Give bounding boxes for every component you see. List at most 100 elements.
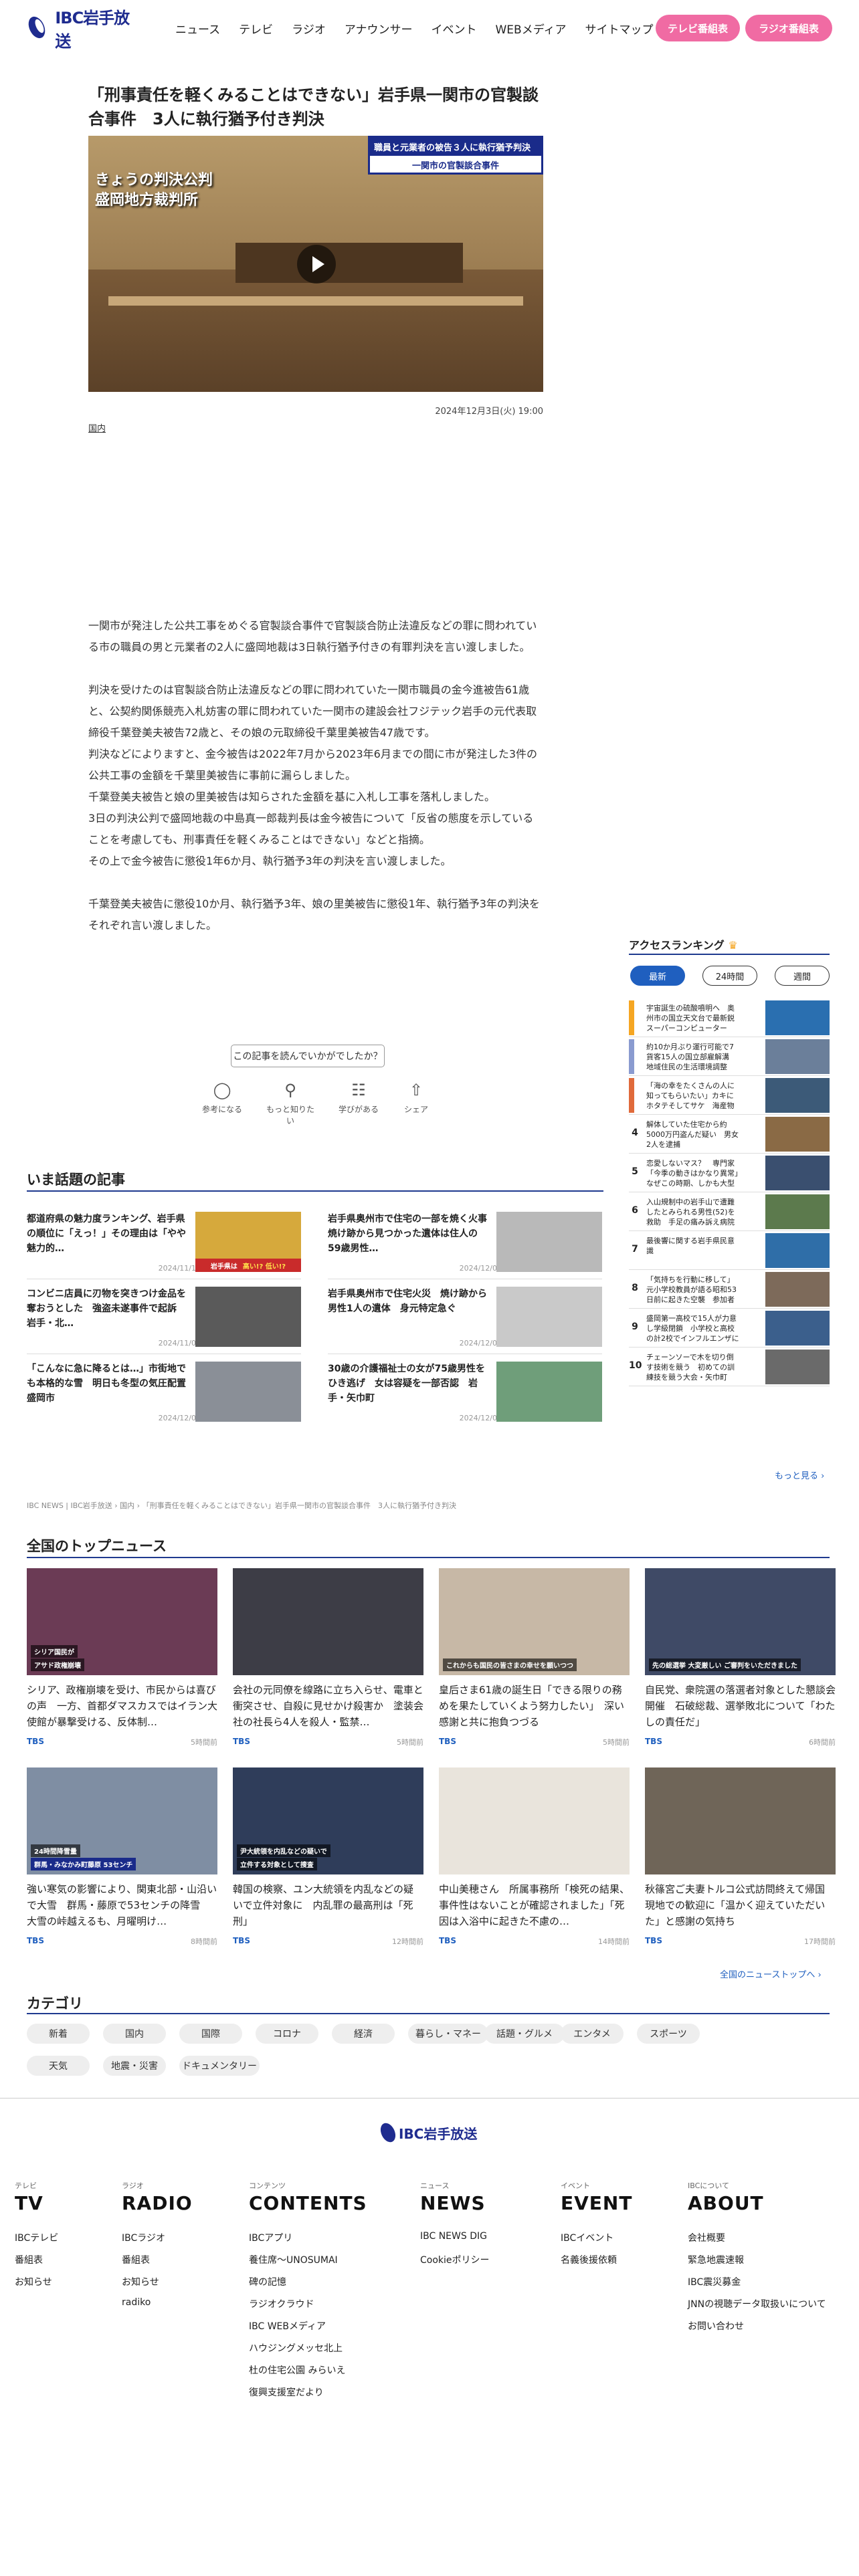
category-pill[interactable]: スポーツ: [637, 2024, 700, 2044]
footer-column-heading[interactable]: NEWS: [420, 2192, 486, 2214]
footer-link[interactable]: 名義後援依頼: [561, 2253, 617, 2266]
thumbnail-caption-text: 岩手県は: [210, 1263, 237, 1271]
topnews-image-caption: 立件する対象として捜査: [237, 1858, 317, 1870]
ranking-number: 1: [634, 1011, 641, 1022]
category-pill[interactable]: コロナ: [256, 2024, 318, 2044]
footer-link[interactable]: 碑の記憶: [249, 2275, 286, 2288]
ranking-tab-weekly[interactable]: 週間: [775, 966, 830, 986]
footer-link[interactable]: お知らせ: [122, 2275, 159, 2288]
topnews-headline: 自民党、衆院選の落選者対象とした懇談会開催 石破総裁、選挙敗北について「わたしの…: [645, 1684, 836, 1728]
play-icon[interactable]: [297, 245, 336, 284]
trending-title: いま話題の記事: [27, 1172, 125, 1188]
footer-link[interactable]: 杜の住宅公園 みらいえ: [249, 2363, 345, 2377]
category-pill[interactable]: 新着: [27, 2024, 90, 2044]
all-news-link[interactable]: 全国のニューストップへ ›: [720, 1967, 822, 1980]
category-pill[interactable]: 暮らし・マネー: [408, 2024, 488, 2044]
footer-column-heading[interactable]: TV: [15, 2192, 43, 2214]
all-news-link-text: 全国のニューストップへ: [720, 1970, 816, 1980]
footer-column-heading[interactable]: EVENT: [561, 2192, 632, 2214]
trending-headline: 都道府県の魅力度ランキング、岩手県の順位に「えっ！」その理由は「やや魅力的…: [27, 1214, 186, 1254]
topnews-image: [233, 1568, 423, 1675]
footer-link[interactable]: IBCアプリ: [249, 2231, 292, 2244]
footer-link[interactable]: 養住席〜UNOSUMAI: [249, 2253, 338, 2266]
topnews-headline: シリア、政権崩壊を受け、市民からは喜びの声 一方、首都ダマスカスではイラン大使館…: [27, 1684, 217, 1728]
global-nav: ニュース テレビ ラジオ アナウンサー イベント WEBメディア サイトマップ: [175, 20, 654, 37]
article-paragraph: 判決を受けたのは官製談合防止法違反などの罪に問われていた一関市職員の金今進被告6…: [88, 683, 537, 739]
feedback-helpful-button[interactable]: ◯ 参考になる: [195, 1081, 249, 1115]
nav-event[interactable]: イベント: [432, 20, 477, 37]
ranking-number: 7: [632, 1244, 638, 1255]
ranking-tab-24h[interactable]: 24時間: [702, 966, 757, 986]
ranking-thumbnail: [765, 1311, 830, 1346]
topnews-source: TBS: [233, 1936, 250, 1945]
video-player[interactable]: きょうの判決公判 盛岡地方裁判所 職員と元業者の被告３人に執行猶予判決 一関市の…: [88, 136, 543, 392]
ranking-thumbnail: [765, 1194, 830, 1229]
footer-column-heading[interactable]: ABOUT: [688, 2192, 764, 2214]
trending-time: 2024/12/06: [158, 1414, 201, 1422]
ranking-more-text: もっと見る: [775, 1471, 819, 1481]
nav-tv[interactable]: テレビ: [239, 20, 273, 37]
trending-headline: 岩手県奥州市で住宅火災 焼け跡から男性1人の遺体 身元特定急ぐ: [328, 1289, 487, 1314]
feedback-learned-button[interactable]: ☷ 学びがある: [332, 1081, 385, 1115]
footer-link[interactable]: 会社概要: [688, 2231, 725, 2244]
nav-announcer[interactable]: アナウンサー: [345, 20, 413, 37]
footer-link[interactable]: JNNの視聴データ取扱いについて: [688, 2297, 826, 2311]
category-pill[interactable]: 地震・災害: [103, 2056, 166, 2076]
category-pill[interactable]: エンタメ: [561, 2024, 624, 2044]
footer-column-heading[interactable]: CONTENTS: [249, 2192, 367, 2214]
topnews-headline: 強い寒気の影響により、関東北部・山沿いで大雪 群馬・藤原で53センチの降雪 大雪…: [27, 1883, 217, 1927]
ranking-divider: [629, 1347, 830, 1348]
ibc-logo-mark: [27, 15, 50, 41]
share-button[interactable]: ⇧ シェア: [389, 1081, 443, 1115]
footer-link[interactable]: お知らせ: [15, 2275, 52, 2288]
footer-link[interactable]: 緊急地震速報: [688, 2253, 744, 2266]
topnews-image-caption: これからも国民の皆さまの幸せを願いつつ: [443, 1658, 577, 1671]
ranking-thumbnail: [765, 1117, 830, 1152]
ranking-tab-latest[interactable]: 最新: [630, 966, 685, 986]
footer-link[interactable]: IBCラジオ: [122, 2231, 165, 2244]
category-pill[interactable]: 話題・グルメ: [484, 2024, 565, 2044]
nav-webmedia[interactable]: WEBメディア: [496, 20, 567, 37]
category-pill[interactable]: 国際: [179, 2024, 242, 2044]
footer-link[interactable]: 番組表: [15, 2253, 43, 2266]
footer-logo[interactable]: IBC岩手放送: [377, 2121, 477, 2145]
topnews-time: 14時間前: [598, 1937, 630, 1946]
ranking-title: アクセスランキング ♛: [629, 936, 738, 952]
ranking-divider: [629, 1075, 830, 1076]
feedback-learn-more-button[interactable]: ⚲ もっと知りたい: [264, 1081, 317, 1126]
footer-link[interactable]: ハウジングメッセ北上: [249, 2341, 343, 2355]
trending-thumbnail: [195, 1362, 301, 1422]
footer-link[interactable]: Cookieポリシー: [420, 2253, 490, 2266]
footer-link[interactable]: 復興支援室だより: [249, 2385, 324, 2399]
footer-link[interactable]: IBCイベント: [561, 2231, 613, 2244]
category-pill[interactable]: 経済: [332, 2024, 395, 2044]
trending-thumbnail: [496, 1287, 602, 1347]
footer-link[interactable]: IBCテレビ: [15, 2231, 58, 2244]
tv-schedule-button[interactable]: テレビ番組表: [656, 15, 740, 41]
article-category-link[interactable]: 国内: [88, 421, 106, 434]
ranking-number: 6: [632, 1205, 638, 1216]
footer-link[interactable]: お問い合わせ: [688, 2319, 744, 2333]
ranking-thumbnail: [765, 1078, 830, 1113]
footer-link[interactable]: IBC NEWS DIG: [420, 2231, 487, 2242]
category-pill[interactable]: 国内: [103, 2024, 166, 2044]
nav-radio[interactable]: ラジオ: [292, 20, 326, 37]
footer-column-heading[interactable]: RADIO: [122, 2192, 193, 2214]
breadcrumb[interactable]: IBC NEWS | IBC岩手放送 › 国内 › 「刑事責任を軽くみることはで…: [27, 1500, 602, 1511]
footer-link[interactable]: 番組表: [122, 2253, 150, 2266]
nav-news[interactable]: ニュース: [175, 20, 220, 37]
ranking-more-link[interactable]: もっと見る ›: [775, 1469, 824, 1481]
nav-sitemap[interactable]: サイトマップ: [585, 20, 654, 37]
category-pill[interactable]: ドキュメンタリー: [179, 2056, 260, 2076]
footer-link[interactable]: ラジオクラウド: [249, 2297, 314, 2311]
topnews-time: 5時間前: [191, 1738, 217, 1747]
ibc-logo[interactable]: IBC岩手放送: [27, 9, 140, 51]
radio-schedule-button[interactable]: ラジオ番組表: [745, 15, 832, 41]
topnews-time: 5時間前: [397, 1738, 423, 1747]
category-pill[interactable]: 天気: [27, 2056, 90, 2076]
footer-link[interactable]: IBC WEBメディア: [249, 2319, 326, 2333]
trending-headline: 30歳の介護福祉士の女が75歳男性をひき逃げ 女は容疑を一部否認 岩手・矢巾町: [328, 1364, 485, 1404]
topnews-source: TBS: [27, 1737, 44, 1746]
footer-link[interactable]: IBC震災募金: [688, 2275, 741, 2288]
footer-link[interactable]: radiko: [122, 2297, 151, 2308]
